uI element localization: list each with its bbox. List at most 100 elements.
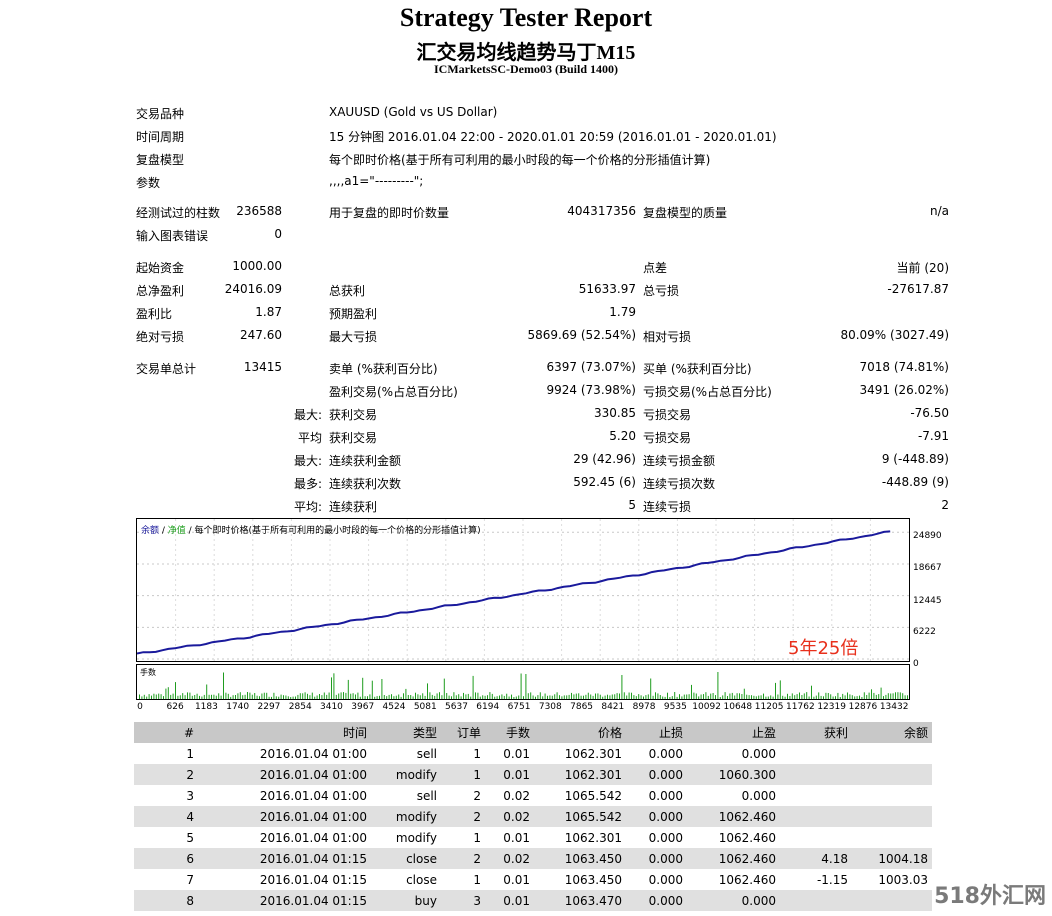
cell-lots: 0.01: [485, 764, 534, 785]
deposit-value: 1000.00: [232, 259, 282, 273]
cell-lots: 0.01: [503, 872, 530, 887]
volume-bar: [717, 672, 719, 699]
cell-order: 3: [441, 890, 485, 911]
cell-profit: -1.15: [816, 872, 848, 887]
volume-bar: [395, 695, 397, 699]
volume-bar: [659, 695, 661, 699]
volume-bar: [811, 685, 812, 699]
volume-bar: [189, 692, 191, 699]
cell-tp: 0.000: [741, 746, 776, 761]
volume-bar: [842, 693, 844, 699]
cell-sl: 0.000: [626, 848, 687, 869]
volume-bar: [311, 692, 313, 699]
volume-bar: [266, 692, 268, 699]
cell-profit: 4.18: [780, 848, 852, 869]
abs-dd-value: 247.60: [240, 328, 282, 342]
volume-bar: [767, 696, 769, 699]
gross-profit-label: 总获利: [329, 284, 366, 298]
volume-bar: [453, 692, 455, 699]
volume-bar: [407, 695, 409, 699]
avg-consec-win-value: 5: [628, 498, 636, 512]
volume-bar: [532, 695, 534, 699]
volume-bar: [561, 696, 563, 699]
pf-value: 1.87: [255, 305, 282, 319]
cell-index: 6: [134, 848, 198, 869]
volume-bar: [758, 695, 760, 699]
volume-bar: [806, 692, 808, 699]
volume-bar: [247, 692, 248, 699]
avg-loss-label: 亏损交易: [643, 431, 692, 445]
volume-bar: [868, 692, 870, 699]
cell-price: 1062.301: [564, 746, 622, 761]
volume-bar: [158, 693, 160, 699]
cell-price: 1063.450: [564, 872, 622, 887]
volume-bar: [412, 696, 414, 699]
volume-bar: [573, 694, 575, 699]
volume-bar: [892, 693, 894, 699]
col-price: 价格: [534, 722, 626, 743]
volume-bar: [484, 695, 486, 699]
volume-bar: [830, 694, 832, 699]
x-tick-label: 2297: [257, 702, 281, 712]
cell-index: 3: [186, 788, 194, 803]
volume-bar: [832, 696, 834, 699]
volume-bar: [583, 695, 584, 699]
volume-bar: [746, 694, 748, 699]
volume-bar: [489, 692, 491, 699]
volume-bar: [554, 694, 556, 699]
avg-consec-win-label: 连续获利: [329, 500, 378, 514]
volume-bar: [753, 695, 755, 699]
errors-value: 0: [274, 227, 282, 241]
volume-bar: [506, 693, 508, 699]
volume-bar: [335, 694, 337, 699]
volume-bar: [280, 694, 282, 699]
x-tick-label: 10092: [692, 702, 721, 712]
volume-bar: [239, 692, 241, 699]
cell-profit: [780, 890, 852, 911]
volume-bar: [887, 693, 889, 699]
volume-bar: [141, 696, 143, 699]
volume-bar: [679, 694, 680, 699]
long-label: 买单 (%获利百分比): [643, 362, 752, 376]
volume-bar: [803, 693, 805, 699]
volume-bar: [139, 694, 140, 699]
col-index: #: [134, 722, 198, 743]
volume-bar: [638, 694, 640, 699]
cell-price: 1062.301: [534, 764, 626, 785]
volume-bar: [352, 693, 354, 699]
cell-lots: 0.02: [503, 788, 530, 803]
volume-bar: [527, 693, 529, 699]
volume-bar: [871, 689, 872, 699]
volume-bar: [525, 674, 527, 699]
model-label: 复盘模型: [136, 153, 185, 167]
volume-bar: [599, 694, 601, 699]
volume-bar: [417, 694, 419, 699]
model-value: 每个即时价格(基于所有可利用的最小时段的每一个价格的分形插值计算): [329, 153, 711, 167]
volume-bar: [388, 694, 390, 699]
max-win-value: 330.85: [594, 406, 636, 420]
x-tick-label: 10648: [723, 702, 753, 712]
volume-bar: [597, 693, 599, 699]
volume-bar: [513, 697, 515, 699]
long-value: 7018 (74.81%): [859, 360, 949, 374]
cell-type: close: [371, 848, 441, 869]
volume-bar: [175, 682, 176, 699]
cell-sl: 0.000: [626, 890, 687, 911]
loss-label: 亏损交易(%占总百分比): [643, 385, 772, 399]
volume-bar: [424, 695, 426, 699]
x-tick-label: 8421: [601, 702, 625, 712]
volume-bar: [153, 693, 155, 699]
volume-bar: [628, 692, 630, 699]
volume-bar: [230, 696, 232, 699]
volume-bar: [472, 675, 474, 699]
volume-bar: [643, 696, 644, 699]
volume-bar: [199, 695, 200, 699]
cell-price: 1063.470: [534, 890, 626, 911]
stats-row-bars: 经测试过的柱数 236588 用于复盘的即时价数量 404317356 复盘模型…: [0, 201, 1052, 221]
volume-bar: [770, 695, 772, 699]
stats-row-pf: 盈利比 1.87 预期盈利 1.79: [0, 302, 1052, 322]
volume-bar: [487, 695, 488, 699]
volume-bar: [844, 695, 846, 699]
volume-bar: [299, 693, 301, 699]
report-server: ICMarketsSC-Demo03 (Build 1400): [434, 62, 618, 76]
